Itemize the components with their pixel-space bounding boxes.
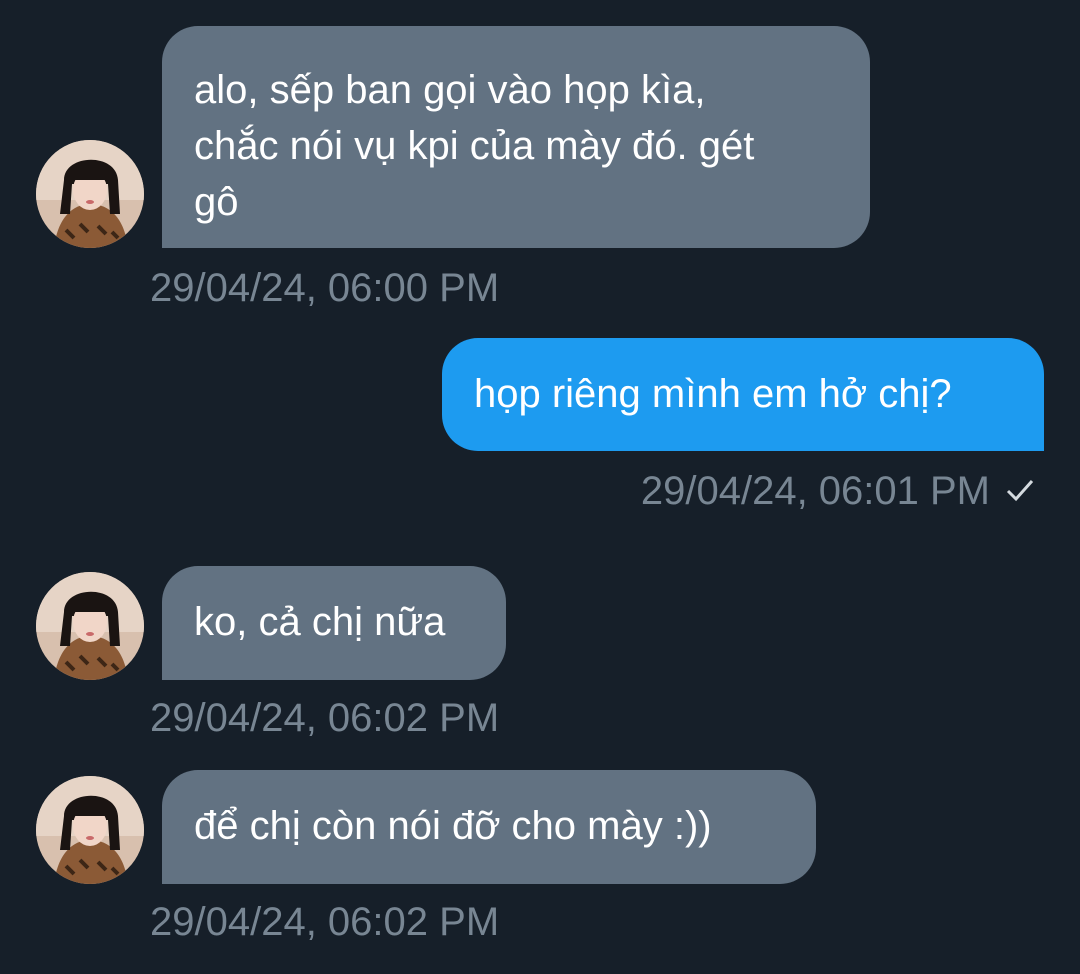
avatar-photo [36,776,144,884]
message-text-line: chắc nói vụ kpi của mày đó. gét [194,124,755,168]
message-bubble-incoming[interactable]: để chị còn nói đỡ cho mày :)) [162,770,816,884]
chat-thread: alo, sếp ban gọi vào họp kìa, chắc nói v… [0,0,1080,974]
message-bubble-incoming[interactable]: alo, sếp ban gọi vào họp kìa, chắc nói v… [162,26,870,248]
message-meta: 29/04/24, 06:01 PM [641,467,1036,517]
avatar-photo [36,572,144,680]
message-timestamp: 29/04/24, 06:02 PM [150,696,500,740]
message-bubble-outgoing[interactable]: họp riêng mình em hở chị? [442,338,1044,451]
message-text: để chị còn nói đỡ cho mày :)) [194,804,712,848]
avatar[interactable] [36,776,144,884]
message-timestamp: 29/04/24, 06:02 PM [150,900,500,944]
message-timestamp: 29/04/24, 06:01 PM [640,469,990,513]
avatar[interactable] [36,140,144,248]
message-timestamp: 29/04/24, 06:00 PM [150,266,500,310]
avatar-photo [36,140,144,248]
message-text-line: alo, sếp ban gọi vào họp kìa, [194,68,706,112]
message-text: ko, cả chị nữa [194,600,446,644]
checkmark-icon [1004,469,1036,517]
message-text: họp riêng mình em hở chị? [474,372,952,416]
message-text-line: gô [194,180,239,224]
message-bubble-incoming[interactable]: ko, cả chị nữa [162,566,506,680]
avatar[interactable] [36,572,144,680]
